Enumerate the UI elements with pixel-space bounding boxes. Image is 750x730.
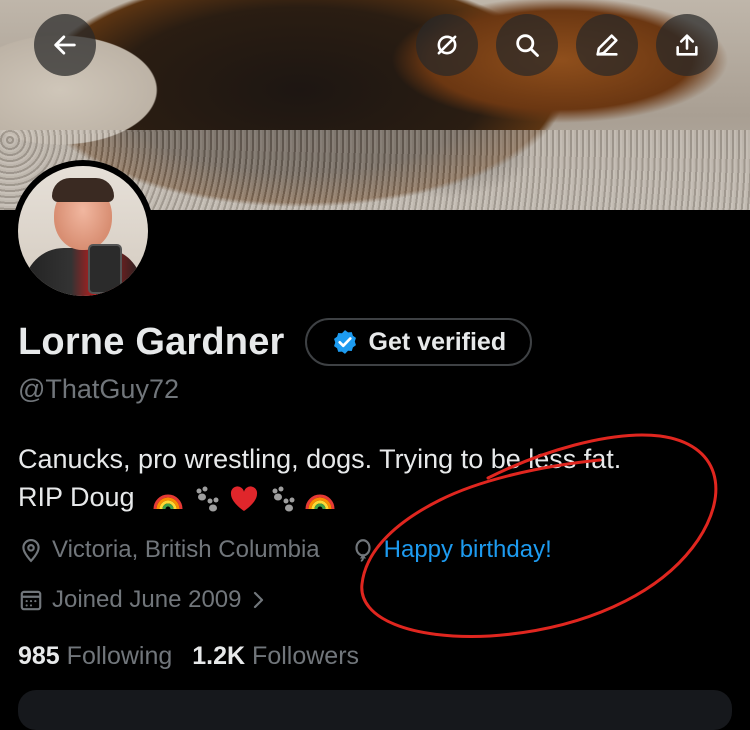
name-row: Lorne Gardner Get verified xyxy=(18,318,533,366)
search-button[interactable] xyxy=(496,14,558,76)
location-row: Victoria, British Columbia Happy birthda… xyxy=(18,536,552,564)
location-pin-icon xyxy=(22,539,40,563)
share-icon xyxy=(676,34,698,56)
follow-stats: 985 Following 1.2K Followers xyxy=(18,642,359,671)
location-text: Victoria, British Columbia xyxy=(52,536,320,563)
paw-prints-icon xyxy=(272,486,295,512)
avatar[interactable] xyxy=(18,166,148,296)
display-name: Lorne Gardner xyxy=(18,320,285,363)
balloon-icon xyxy=(355,539,371,562)
paw-prints-icon xyxy=(196,486,219,512)
avatar-phone xyxy=(88,244,122,294)
edit-button[interactable] xyxy=(576,14,638,76)
search-icon xyxy=(516,34,539,57)
no-notification-icon xyxy=(437,35,457,55)
rainbow-icon xyxy=(305,494,335,510)
following-stat[interactable]: 985 Following xyxy=(18,642,172,671)
get-verified-label: Get verified xyxy=(368,327,507,356)
share-button[interactable] xyxy=(656,14,718,76)
notifications-button[interactable] xyxy=(416,14,478,76)
bio-line-2-row: RIP Doug xyxy=(18,478,738,516)
calendar-icon xyxy=(20,590,42,611)
bio: Canucks, pro wrestling, dogs. Trying to … xyxy=(18,440,738,516)
user-handle: @ThatGuy72 xyxy=(18,374,179,404)
joined-row[interactable]: Joined June 2009 xyxy=(18,586,278,614)
bio-emojis xyxy=(152,483,336,515)
red-heart-icon xyxy=(231,486,258,511)
following-label: Following xyxy=(66,642,173,670)
get-verified-button[interactable]: Get verified xyxy=(304,318,533,366)
pencil-icon xyxy=(596,34,618,56)
back-button[interactable] xyxy=(34,14,96,76)
followers-count: 1.2K xyxy=(192,642,246,670)
chevron-right-icon xyxy=(253,591,263,609)
avatar-shirt xyxy=(24,248,142,296)
followers-label: Followers xyxy=(252,642,360,670)
bio-line-2: RIP Doug xyxy=(18,482,135,512)
verified-badge-icon xyxy=(333,330,356,354)
back-arrow-icon xyxy=(54,35,76,55)
bottom-card[interactable] xyxy=(18,690,732,730)
rainbow-icon xyxy=(153,494,183,510)
birthday-link[interactable]: Happy birthday! xyxy=(384,536,552,564)
joined-text: Joined June 2009 xyxy=(52,586,242,613)
followers-stat[interactable]: 1.2K Followers xyxy=(192,642,359,671)
avatar-frame[interactable] xyxy=(12,160,154,302)
avatar-hair xyxy=(52,178,114,202)
bio-line-1: Canucks, pro wrestling, dogs. Trying to … xyxy=(18,444,622,474)
following-count: 985 xyxy=(18,642,60,670)
